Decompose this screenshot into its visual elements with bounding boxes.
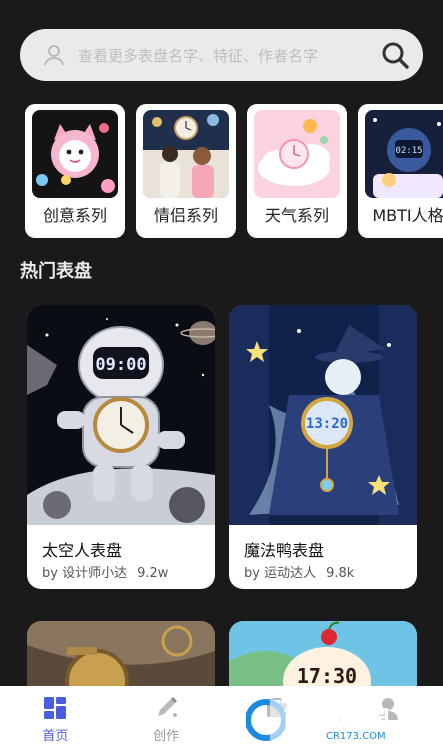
watchface-card-steampunk[interactable] bbox=[27, 621, 215, 691]
card-author: by 设计师小达 bbox=[42, 566, 128, 581]
tab-home[interactable]: 首页 bbox=[0, 686, 111, 752]
watermark-logo: 西西软件园 CR173.COM bbox=[245, 696, 426, 742]
category-label: 情侣系列 bbox=[153, 206, 218, 225]
card-title: 太空人表盘 bbox=[42, 541, 123, 560]
category-label: 天气系列 bbox=[264, 206, 329, 225]
watermark-text: 西西软件园 bbox=[284, 707, 389, 731]
category-card-mbti[interactable]: 02:15 MBTI人格 bbox=[358, 104, 443, 238]
category-label: 创意系列 bbox=[42, 206, 107, 225]
pen-icon bbox=[158, 697, 178, 717]
search-bar[interactable]: 查看更多表盘名字、特征、作者名字 bbox=[20, 29, 423, 81]
astronaut-image: 09:00 bbox=[27, 305, 215, 525]
magic-duck-image: 13:20 bbox=[229, 305, 417, 525]
section-title: 热门表盘 bbox=[20, 261, 92, 282]
tab-label: 创作 bbox=[153, 729, 180, 744]
cake-clock-text: 17:30 bbox=[297, 664, 357, 688]
card-count: 9.2w bbox=[137, 566, 169, 581]
category-card-weather[interactable]: 天气系列 bbox=[247, 104, 347, 238]
magic-duck-clock-text: 13:20 bbox=[306, 416, 348, 432]
card-author: by 运动达人 bbox=[244, 566, 317, 581]
category-label: MBTI人格 bbox=[372, 206, 443, 225]
watchface-card-astronaut[interactable]: 09:00 太空人表盘 by 设计师小达 9.2w bbox=[27, 305, 215, 589]
dashboard-grid-icon bbox=[44, 697, 67, 719]
couple-thumbnail bbox=[143, 110, 229, 198]
tab-create[interactable]: 创作 bbox=[111, 686, 222, 752]
card-meta: by 设计师小达 9.2w bbox=[42, 562, 168, 581]
watermark-subtext: CR173.COM bbox=[326, 731, 386, 742]
card-meta: by 运动达人 9.8k bbox=[244, 562, 354, 581]
category-card-couple[interactable]: 情侣系列 bbox=[136, 104, 236, 238]
tab-label: 首页 bbox=[42, 729, 69, 744]
mbti-thumbnail: 02:15 bbox=[365, 110, 443, 198]
watchface-card-cake[interactable]: 17:30 bbox=[229, 621, 417, 691]
search-input[interactable]: 查看更多表盘名字、特征、作者名字 bbox=[78, 45, 379, 66]
card-count: 9.8k bbox=[326, 566, 355, 581]
creative-thumbnail bbox=[32, 110, 118, 198]
user-icon bbox=[44, 45, 64, 66]
card-title: 魔法鸭表盘 bbox=[244, 541, 325, 560]
astronaut-clock-text: 09:00 bbox=[95, 355, 146, 375]
category-row: 创意系列 情侣系列 天气系列 02:15 MBTI人格 bbox=[25, 104, 443, 238]
category-card-creative[interactable]: 创意系列 bbox=[25, 104, 125, 238]
search-icon[interactable] bbox=[379, 39, 411, 71]
mbti-clock-text: 02:15 bbox=[395, 146, 422, 156]
watchface-card-magic-duck[interactable]: 13:20 魔法鸭表盘 by 运动达人 9.8k bbox=[229, 305, 417, 589]
weather-thumbnail bbox=[254, 110, 340, 198]
